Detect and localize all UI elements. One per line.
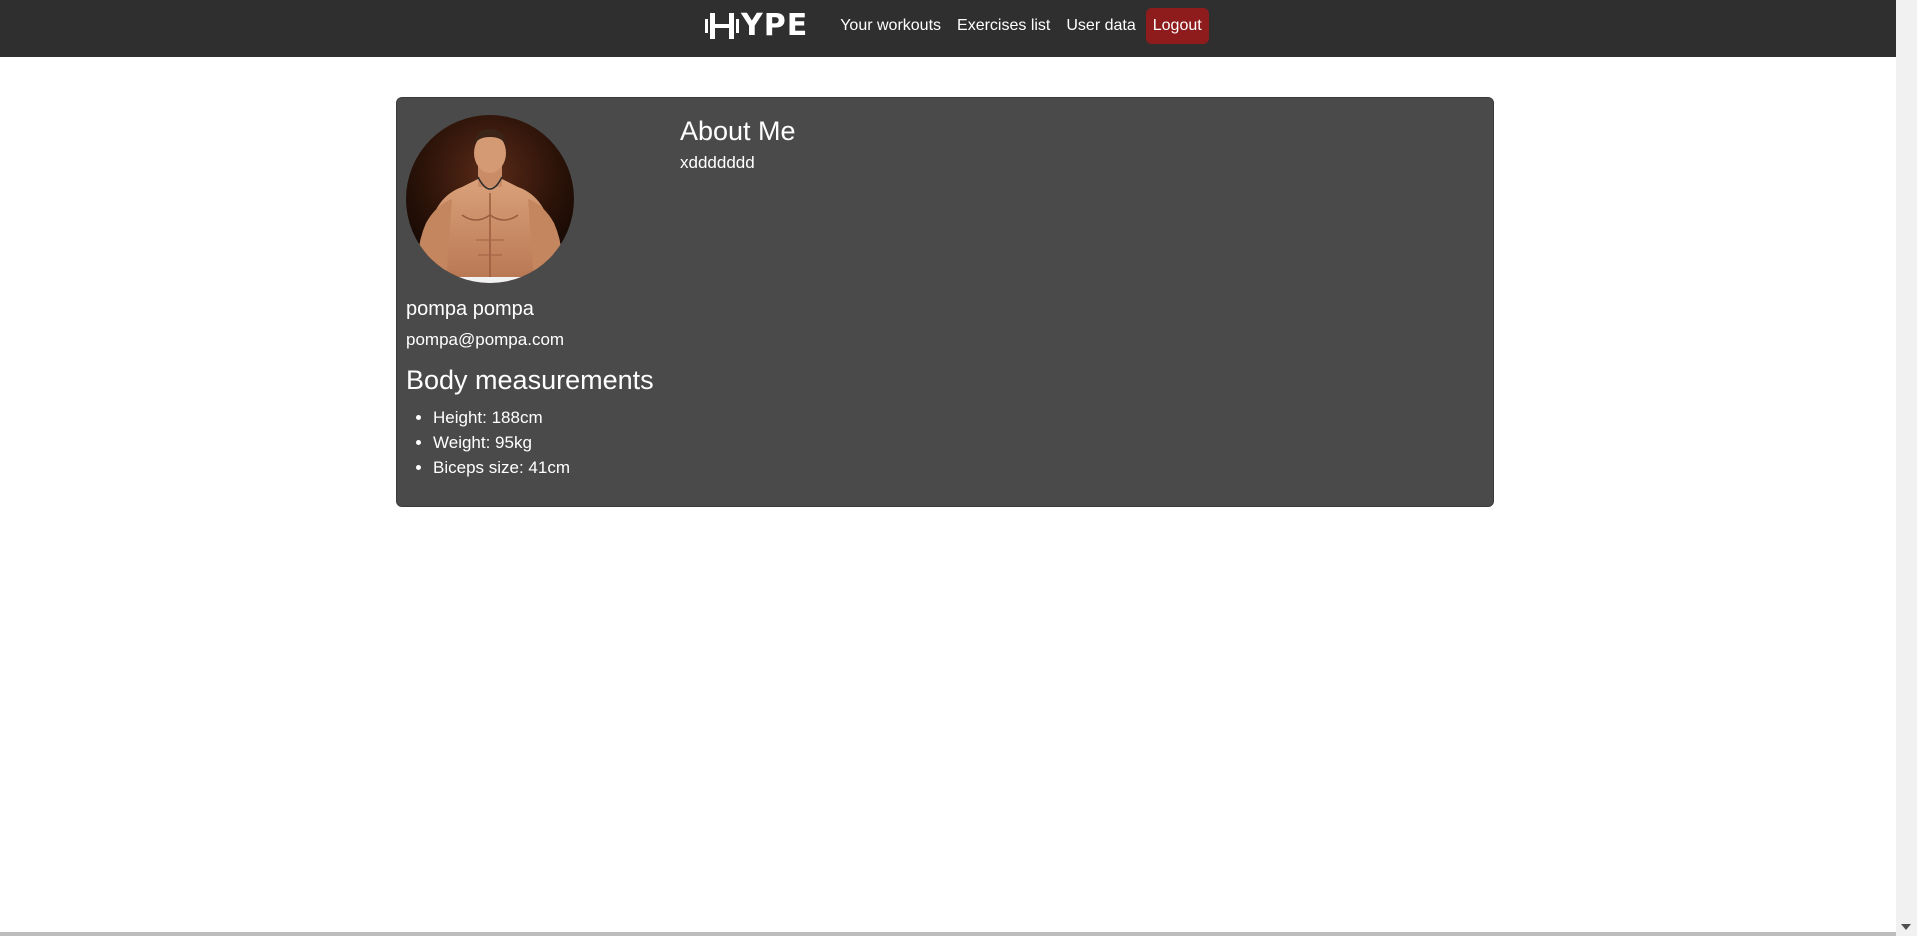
profile-left-column: pompa pompa pompa@pompa.com Body measure… <box>406 115 666 480</box>
vertical-scrollbar[interactable] <box>1896 0 1917 936</box>
nav-link-exercises-list[interactable]: Exercises list <box>949 8 1058 44</box>
profile-photo-icon <box>406 115 574 283</box>
horizontal-scrollbar[interactable] <box>0 932 1896 936</box>
profile-card: pompa pompa pompa@pompa.com Body measure… <box>396 97 1494 507</box>
logo-text: YPE <box>741 8 809 43</box>
measurement-biceps: Biceps size: 41cm <box>433 455 666 480</box>
nav-link-user-data[interactable]: User data <box>1058 8 1143 44</box>
about-text: xddddddd <box>680 153 755 172</box>
measurements-list: Height: 188cm Weight: 95kg Biceps size: … <box>406 405 666 480</box>
logo[interactable]: YPE <box>705 8 808 44</box>
top-navbar: YPE Your workouts Exercises list User da… <box>0 0 1896 57</box>
scroll-down-arrow-icon[interactable] <box>1901 924 1911 930</box>
about-title: About Me <box>680 116 796 146</box>
avatar <box>406 115 574 283</box>
measurement-weight: Weight: 95kg <box>433 430 666 455</box>
user-email: pompa@pompa.com <box>406 330 565 349</box>
measurement-height: Height: 188cm <box>433 405 666 430</box>
logout-button[interactable]: Logout <box>1145 8 1209 44</box>
about-section: About Me xddddddd <box>680 115 796 174</box>
barbell-icon <box>705 11 739 41</box>
nav-inner: YPE Your workouts Exercises list User da… <box>705 8 1209 44</box>
page: YPE Your workouts Exercises list User da… <box>0 0 1917 936</box>
body-measurements-title: Body measurements <box>406 365 654 395</box>
nav-link-your-workouts[interactable]: Your workouts <box>832 8 949 44</box>
user-full-name: pompa pompa <box>406 298 534 320</box>
